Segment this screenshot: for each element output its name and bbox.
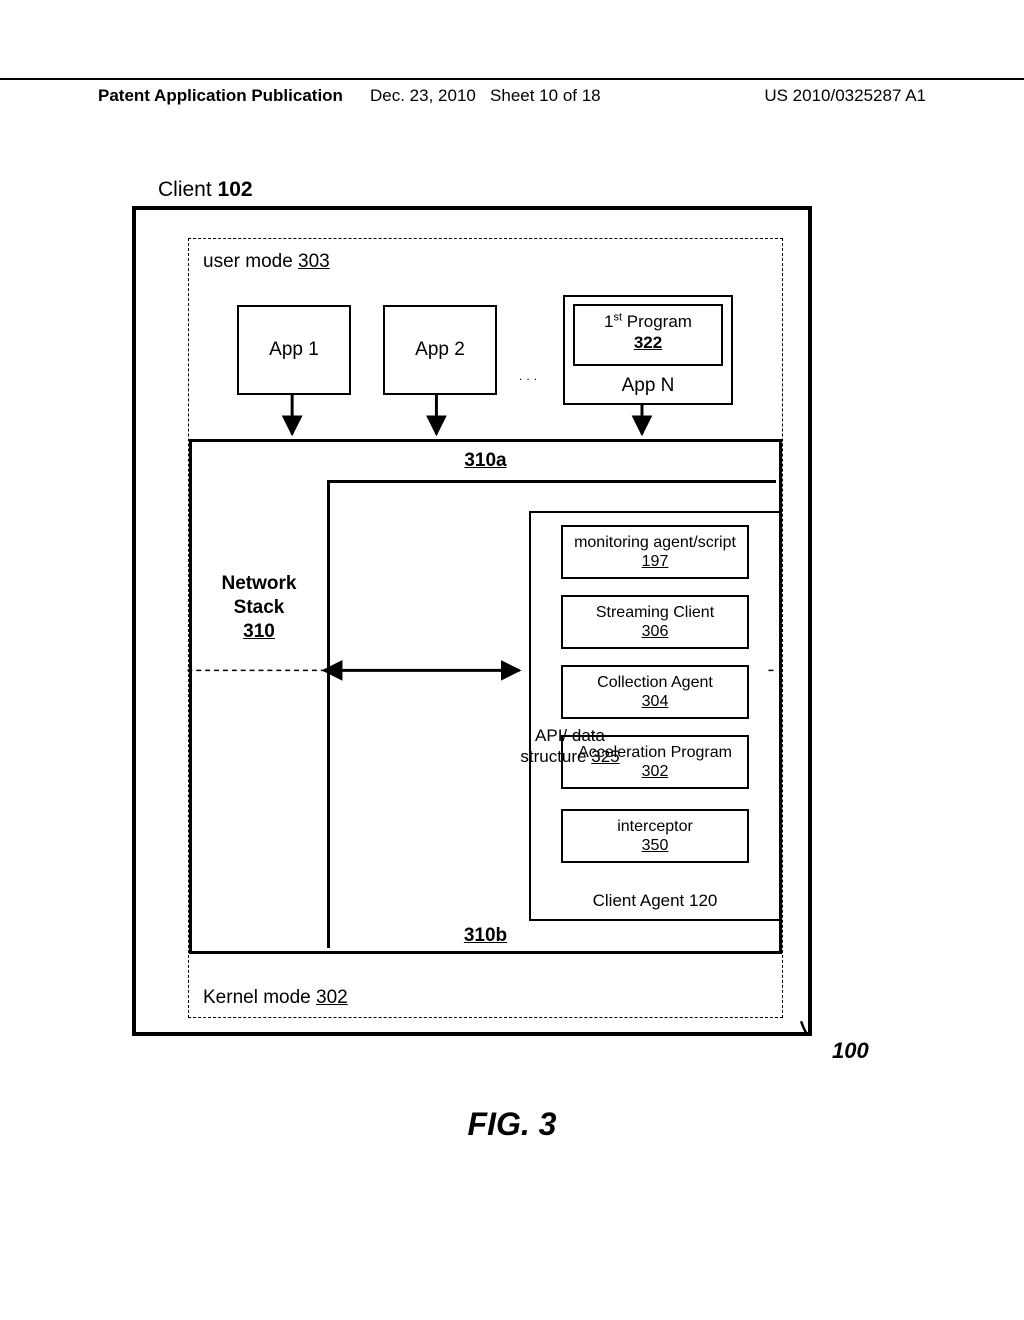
interceptor-ref: 350 <box>567 836 743 855</box>
user-mode-text: user mode <box>203 251 298 272</box>
appn-label: App N <box>565 375 731 397</box>
header-pubnumber: US 2010/0325287 A1 <box>764 86 926 106</box>
mode-dashed-region: user mode 303 Kernel mode 302 App 1 App … <box>188 238 783 1018</box>
app2-box: App 2 <box>383 305 497 395</box>
collection-agent-box: Collection Agent 304 <box>561 665 749 719</box>
layer-310b-ref: 310b <box>192 925 779 947</box>
client-label: Client 102 <box>158 178 253 202</box>
app2-label: App 2 <box>415 339 465 361</box>
page-header: Patent Application Publication Dec. 23, … <box>0 78 1024 106</box>
network-stack-ref: 310 <box>204 620 314 644</box>
client-agent-label: Client Agent 120 <box>531 891 779 911</box>
acceleration-program-box: Acceleration Program 302 <box>561 735 749 789</box>
monitoring-agent-ref: 197 <box>642 553 669 570</box>
acceleration-program-text: Acceleration Program <box>578 744 732 761</box>
client-agent-box: monitoring agent/script 197 Streaming Cl… <box>529 511 779 921</box>
acceleration-program-ref: 302 <box>567 762 743 781</box>
figure-label: FIG. 3 <box>0 1106 1024 1143</box>
kernel-mode-text: Kernel mode <box>203 987 316 1008</box>
first-program-sup: st <box>613 311 622 323</box>
user-mode-label: user mode 303 <box>203 251 330 273</box>
client-label-text: Client <box>158 178 218 201</box>
interceptor-text: interceptor <box>617 818 693 835</box>
kernel-mode-ref: 302 <box>316 987 348 1008</box>
layer-310a-box: 310a Network Stack 310 API/ data structu… <box>189 439 782 954</box>
collection-agent-ref: 304 <box>567 692 743 711</box>
client-outer-box: user mode 303 Kernel mode 302 App 1 App … <box>132 206 812 1036</box>
header-sheet: Sheet 10 of 18 <box>490 86 601 105</box>
inner-310-box: API/ data structure 325 monitoring agent… <box>327 480 776 948</box>
first-program-ref: 322 <box>575 332 721 353</box>
app1-label: App 1 <box>269 339 319 361</box>
header-date: Dec. 23, 2010 <box>370 86 476 105</box>
client-label-ref: 102 <box>218 178 253 201</box>
kernel-mode-label: Kernel mode 302 <box>203 987 348 1009</box>
app1-box: App 1 <box>237 305 351 395</box>
collection-agent-text: Collection Agent <box>597 674 713 691</box>
user-mode-ref: 303 <box>298 251 330 272</box>
layer-310a-ref: 310a <box>192 450 779 472</box>
streaming-client-box: Streaming Client 306 <box>561 595 749 649</box>
streaming-client-ref: 306 <box>567 622 743 641</box>
header-publication: Patent Application Publication <box>98 86 343 106</box>
monitoring-agent-box: monitoring agent/script 197 <box>561 525 749 579</box>
page: Patent Application Publication Dec. 23, … <box>0 0 1024 1320</box>
network-stack-label: Network Stack 310 <box>204 572 314 643</box>
network-stack-text: Network Stack <box>222 573 297 618</box>
first-program-box: 1st Program 322 <box>573 304 723 366</box>
interceptor-box: interceptor 350 <box>561 809 749 863</box>
first-program-text: 1st Program <box>604 312 692 331</box>
figure-corner-ref: 100 <box>832 1038 869 1064</box>
streaming-client-text: Streaming Client <box>596 604 714 621</box>
header-date-sheet: Dec. 23, 2010 Sheet 10 of 18 <box>370 86 601 106</box>
appn-box: 1st Program 322 App N <box>563 295 733 405</box>
app-ellipsis: ... <box>519 369 541 383</box>
monitoring-agent-text: monitoring agent/script <box>574 534 736 551</box>
